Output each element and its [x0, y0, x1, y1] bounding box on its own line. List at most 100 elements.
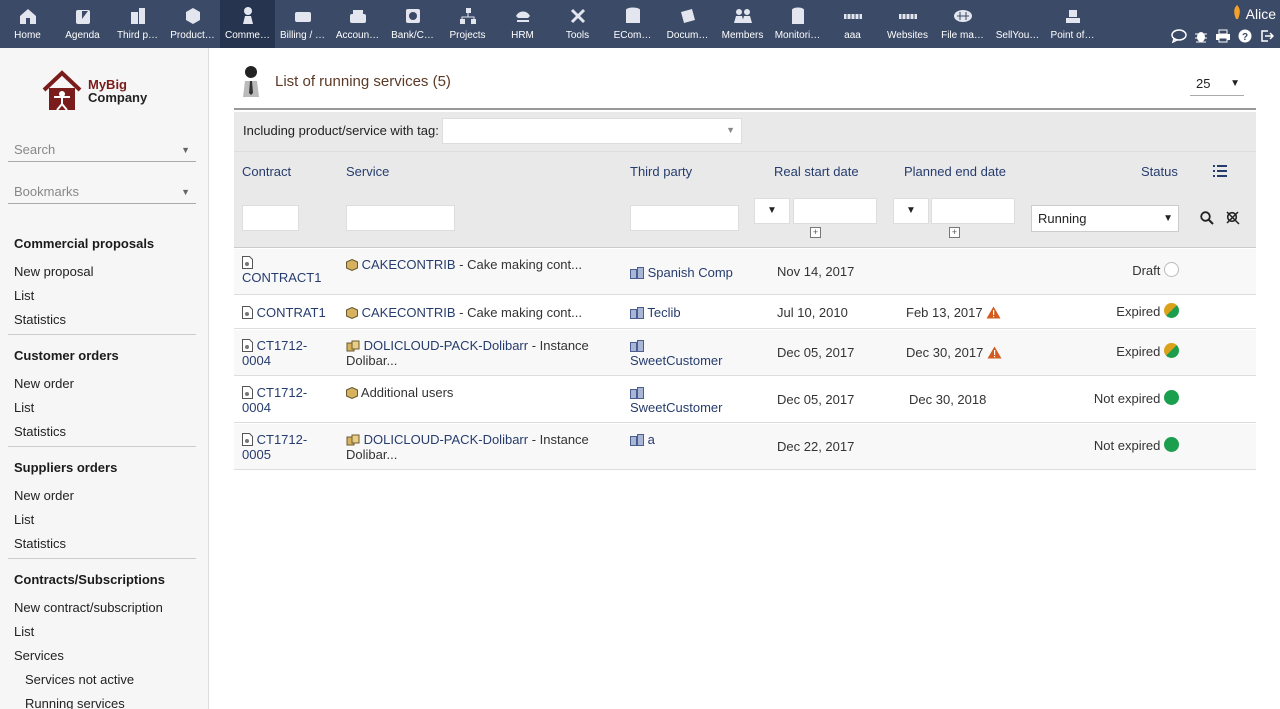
link-contracts-list[interactable]: List — [14, 624, 34, 639]
link-services[interactable]: Services — [14, 648, 64, 663]
service-ref-link[interactable]: DOLICLOUD-PACK-Dolibarr — [364, 432, 528, 447]
table-row: CT1712-0005 DOLICLOUD-PACK-Dolibarr - In… — [234, 424, 1256, 470]
menu-item-websites[interactable]: Websites — [880, 0, 935, 48]
col-real-start-date[interactable]: Real start date — [774, 164, 859, 179]
filter-end-date-input[interactable] — [931, 198, 1015, 224]
menu-item-pos[interactable]: Point of… — [1045, 0, 1100, 48]
menu-item-members[interactable]: Members — [715, 0, 770, 48]
tag-filter-select[interactable]: ▼ — [442, 118, 742, 144]
print-icon[interactable] — [1214, 28, 1232, 44]
filter-service-input[interactable] — [346, 205, 455, 231]
real-start-date: Dec 05, 2017 — [777, 345, 855, 360]
menu-item-documents[interactable]: Docum… — [660, 0, 715, 48]
contract-icon — [242, 338, 253, 353]
third-party-cell: Spanish Comp — [630, 265, 760, 280]
company-logo[interactable]: MyBig Company — [42, 70, 162, 112]
status-indicator-icon — [1164, 390, 1179, 406]
service-cell: CAKECONTRIB - Cake making cont... — [346, 305, 611, 320]
menu-item-bank[interactable]: Bank/C… — [385, 0, 440, 48]
link-services-not-active[interactable]: Services not active — [25, 672, 134, 687]
logout-icon[interactable] — [1258, 28, 1276, 44]
divider — [8, 334, 196, 335]
section-commercial-proposals[interactable]: Commercial proposals — [14, 236, 154, 251]
menu-item-ecommerce[interactable]: ECom… — [605, 0, 660, 48]
bug-icon[interactable] — [1192, 28, 1210, 44]
filter-end-operator-select[interactable]: ▼ — [893, 198, 929, 224]
bookmarks-select[interactable]: Bookmarks ▼ — [8, 180, 196, 204]
divider — [8, 446, 196, 447]
menu-item-monitoring[interactable]: Monitori… — [770, 0, 825, 48]
filter-contract-input[interactable] — [242, 205, 299, 231]
link-running-services[interactable]: Running services — [25, 696, 125, 709]
third-party-link[interactable]: SweetCustomer — [630, 353, 722, 368]
menu-item-commercial[interactable]: Comme… — [220, 0, 275, 48]
page-size-select[interactable]: 25 ▼ — [1190, 74, 1244, 96]
third-party-link[interactable]: SweetCustomer — [630, 400, 722, 415]
link-supplier-orders-statistics[interactable]: Statistics — [14, 536, 66, 551]
menu-item-projects[interactable]: Projects — [440, 0, 495, 48]
menu-label: File ma… — [941, 30, 984, 41]
status-filter-select[interactable]: Running ▼ — [1031, 205, 1179, 232]
contract-cell: CT1712-0004 — [242, 338, 332, 368]
section-customer-orders[interactable]: Customer orders — [14, 348, 119, 363]
menu-item-product[interactable]: Product… — [165, 0, 220, 48]
menu-item-file-manager[interactable]: File ma… — [935, 0, 990, 48]
third-party-link[interactable]: Teclib — [647, 305, 680, 320]
col-status[interactable]: Status — [1141, 164, 1178, 179]
menu-item-accounting[interactable]: Accoun… — [330, 0, 385, 48]
service-ref-link[interactable]: DOLICLOUD-PACK-Dolibarr — [364, 338, 528, 353]
contract-link[interactable]: CONTRACT1 — [242, 270, 321, 285]
planned-end-date-cell: Dec 30, 2018 — [909, 392, 986, 407]
search-select[interactable]: Search ▼ — [8, 138, 196, 162]
chat-icon[interactable] — [1170, 28, 1188, 44]
col-planned-end-date[interactable]: Planned end date — [904, 164, 1006, 179]
link-new-customer-order[interactable]: New order — [14, 376, 74, 391]
help-icon[interactable]: ? — [1236, 28, 1254, 44]
service-ref-link[interactable]: CAKECONTRIB — [362, 305, 456, 320]
menu-item-building[interactable]: Third p… — [110, 0, 165, 48]
third-party-link[interactable]: a — [648, 432, 655, 447]
section-contracts[interactable]: Contracts/Subscriptions — [14, 572, 165, 587]
menu-item-agenda[interactable]: Agenda — [55, 0, 110, 48]
link-proposals-list[interactable]: List — [14, 288, 34, 303]
menu-item-tools[interactable]: Tools — [550, 0, 605, 48]
link-customer-orders-statistics[interactable]: Statistics — [14, 424, 66, 439]
end-date-picker-icon[interactable]: + — [949, 227, 960, 238]
building-icon — [630, 305, 644, 320]
user-login[interactable]: Alice — [1231, 4, 1276, 23]
warning-icon — [986, 305, 1001, 320]
contract-link[interactable]: CONTRAT1 — [257, 305, 326, 320]
link-supplier-orders-list[interactable]: List — [14, 512, 34, 527]
filter-start-date-input[interactable] — [793, 198, 877, 224]
table-header: Contract Service Third party Real start … — [234, 152, 1256, 190]
menu-item-sellyoursaas[interactable]: SellYou… — [990, 0, 1045, 48]
table-row: CT1712-0004 Additional users SweetCustom… — [234, 377, 1256, 423]
link-new-contract[interactable]: New contract/subscription — [14, 600, 163, 615]
link-new-proposal[interactable]: New proposal — [14, 264, 94, 279]
menu-item-billing[interactable]: Billing / … — [275, 0, 330, 48]
search-icon[interactable] — [1200, 211, 1214, 228]
col-service[interactable]: Service — [346, 164, 389, 179]
column-list-icon[interactable] — [1213, 165, 1227, 180]
clear-search-icon[interactable] — [1226, 211, 1240, 228]
link-customer-orders-list[interactable]: List — [14, 400, 34, 415]
building-icon — [630, 338, 644, 353]
menu-item-home[interactable]: Home — [0, 0, 55, 48]
section-suppliers-orders[interactable]: Suppliers orders — [14, 460, 117, 475]
status-label: Not expired — [1093, 438, 1161, 453]
menu-item-hrm[interactable]: HRM — [495, 0, 550, 48]
tools-icon — [550, 5, 605, 27]
link-new-supplier-order[interactable]: New order — [14, 488, 74, 503]
service-cell: DOLICLOUD-PACK-Dolibarr - Instance Dolib… — [346, 338, 611, 368]
col-contract[interactable]: Contract — [242, 164, 291, 179]
third-party-link[interactable]: Spanish Comp — [648, 265, 733, 280]
menu-item-module[interactable]: aaa — [825, 0, 880, 48]
filter-start-operator-select[interactable]: ▼ — [754, 198, 790, 224]
menu-label: Websites — [887, 30, 928, 41]
col-third-party[interactable]: Third party — [630, 164, 692, 179]
link-proposals-statistics[interactable]: Statistics — [14, 312, 66, 327]
filter-third-party-input[interactable] — [630, 205, 739, 231]
home-icon — [0, 5, 55, 27]
start-date-picker-icon[interactable]: + — [810, 227, 821, 238]
service-ref-link[interactable]: CAKECONTRIB — [362, 257, 456, 272]
